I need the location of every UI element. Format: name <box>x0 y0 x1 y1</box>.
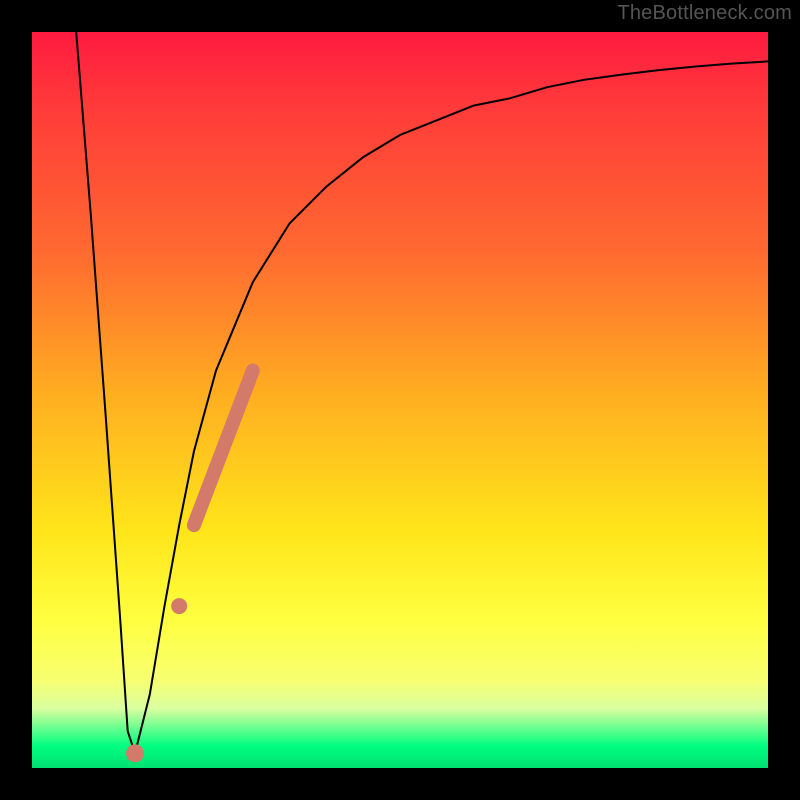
curve-svg <box>32 32 768 768</box>
highlight-segment <box>194 371 253 526</box>
watermark-text: TheBottleneck.com <box>617 2 792 25</box>
highlight-dot-lower <box>126 744 144 762</box>
highlight-dot-upper <box>171 598 187 614</box>
chart-frame: TheBottleneck.com <box>0 0 800 800</box>
plot-area <box>32 32 768 768</box>
bottleneck-curve <box>76 32 768 753</box>
